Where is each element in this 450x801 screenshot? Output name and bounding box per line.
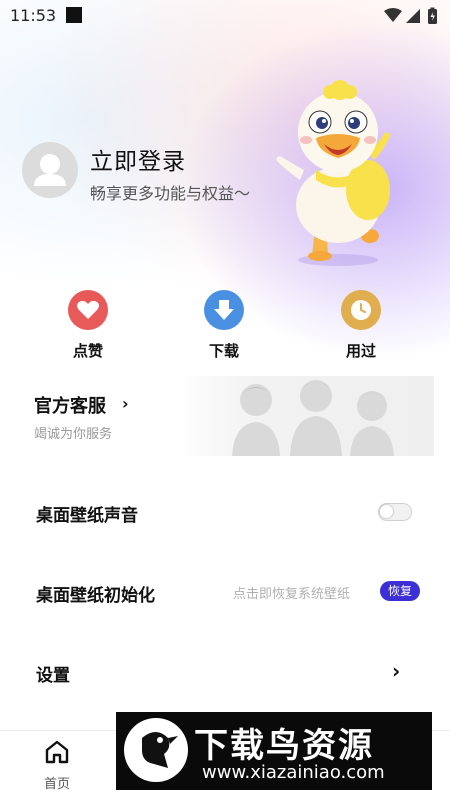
watermark-url: www.xiazainiao.com [202,762,385,783]
wallpaper-init-row[interactable]: 桌面壁纸初始化 点击即恢复系统壁纸 恢复 [0,561,450,621]
download-icon [214,300,234,320]
watermark-banner: 下载鸟资源 www.xiazainiao.com [116,712,432,790]
login-subtitle: 畅享更多功能与权益～ [90,184,251,203]
heart-icon [77,300,99,319]
like-label: 点赞 [72,342,103,360]
service-agents-image [184,376,434,456]
customer-service-card[interactable]: 官方客服 › 竭诚为你服务 [22,376,434,456]
tab-home[interactable]: 首页 [36,737,78,792]
quick-actions: 点赞 下载 用过 [0,290,450,370]
service-title[interactable]: 官方客服 [34,392,106,418]
chevron-right-icon: › [392,659,401,683]
signal-icon [406,9,420,23]
toggle-knob [380,505,393,518]
avatar[interactable] [22,142,78,198]
download-label: 下载 [208,342,239,360]
home-icon [45,740,69,764]
wifi-icon [384,8,402,22]
wallpaper-init-hint: 点击即恢复系统壁纸 [233,587,351,602]
wallpaper-sound-row: 桌面壁纸声音 [0,481,450,541]
status-bar: 11:53 [0,0,450,32]
restore-button[interactable]: 恢复 [380,581,420,601]
wallpaper-sound-label: 桌面壁纸声音 [36,506,138,526]
clock-icon [351,300,371,320]
used-circle[interactable] [341,290,381,330]
tab-home-label: 首页 [43,777,70,792]
bird-logo-icon [124,718,188,782]
chevron-right-icon: › [122,394,129,413]
used-label: 用过 [345,342,376,360]
like-action[interactable]: 点赞 [48,290,128,365]
notification-icon [66,7,82,23]
used-action[interactable]: 用过 [321,290,401,365]
wallpaper-init-label: 桌面壁纸初始化 [36,586,155,606]
service-subtitle: 竭诚为你服务 [34,427,113,442]
download-circle[interactable] [204,290,244,330]
status-icons [384,7,437,24]
duck-mascot-image [276,80,390,266]
wallpaper-sound-toggle[interactable] [378,503,412,521]
download-action[interactable]: 下载 [184,290,264,365]
login-title[interactable]: 立即登录 [90,142,186,176]
user-icon [34,154,66,186]
status-time: 11:53 [10,6,57,25]
settings-label: 设置 [36,666,70,686]
settings-row[interactable]: 设置 › [0,641,450,701]
like-circle[interactable] [68,290,108,330]
watermark-title: 下载鸟资源 [194,726,374,766]
